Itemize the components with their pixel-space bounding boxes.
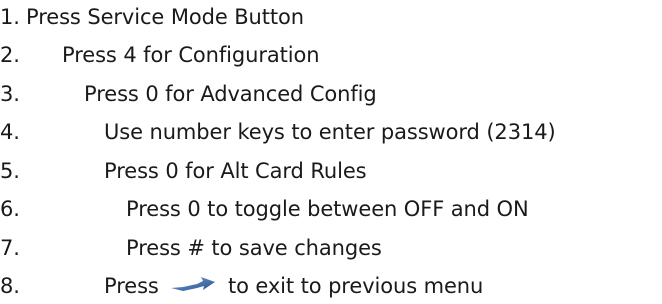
step-number: 6. bbox=[0, 197, 20, 221]
back-arrow-icon bbox=[169, 268, 219, 302]
step-number: 1. bbox=[0, 5, 20, 29]
step-number: 8. bbox=[0, 274, 20, 298]
step-text-before: Press bbox=[104, 274, 159, 298]
step-text-after: to exit to previous menu bbox=[227, 274, 484, 298]
step-text: Press Service Mode Button bbox=[26, 5, 304, 29]
step-text: Use number keys to enter password (2314) bbox=[104, 120, 556, 144]
step-number: 2. bbox=[0, 43, 20, 67]
step-number: 5. bbox=[0, 159, 20, 183]
step-text: Press 0 to toggle between OFF and ON bbox=[126, 197, 529, 221]
instruction-list: 1. Press Service Mode Button 2. Press 4 … bbox=[0, 0, 662, 303]
step-number: 4. bbox=[0, 120, 20, 144]
step-text: Press 0 for Alt Card Rules bbox=[104, 159, 367, 183]
step-text: Press 4 for Configuration bbox=[62, 43, 320, 67]
step-text: Press to exit to previous menu bbox=[104, 269, 483, 304]
step-number: 3. bbox=[0, 82, 20, 106]
step-text: Press 0 for Advanced Config bbox=[84, 82, 377, 106]
step-number: 7. bbox=[0, 236, 20, 260]
step-text: Press # to save changes bbox=[126, 236, 382, 260]
